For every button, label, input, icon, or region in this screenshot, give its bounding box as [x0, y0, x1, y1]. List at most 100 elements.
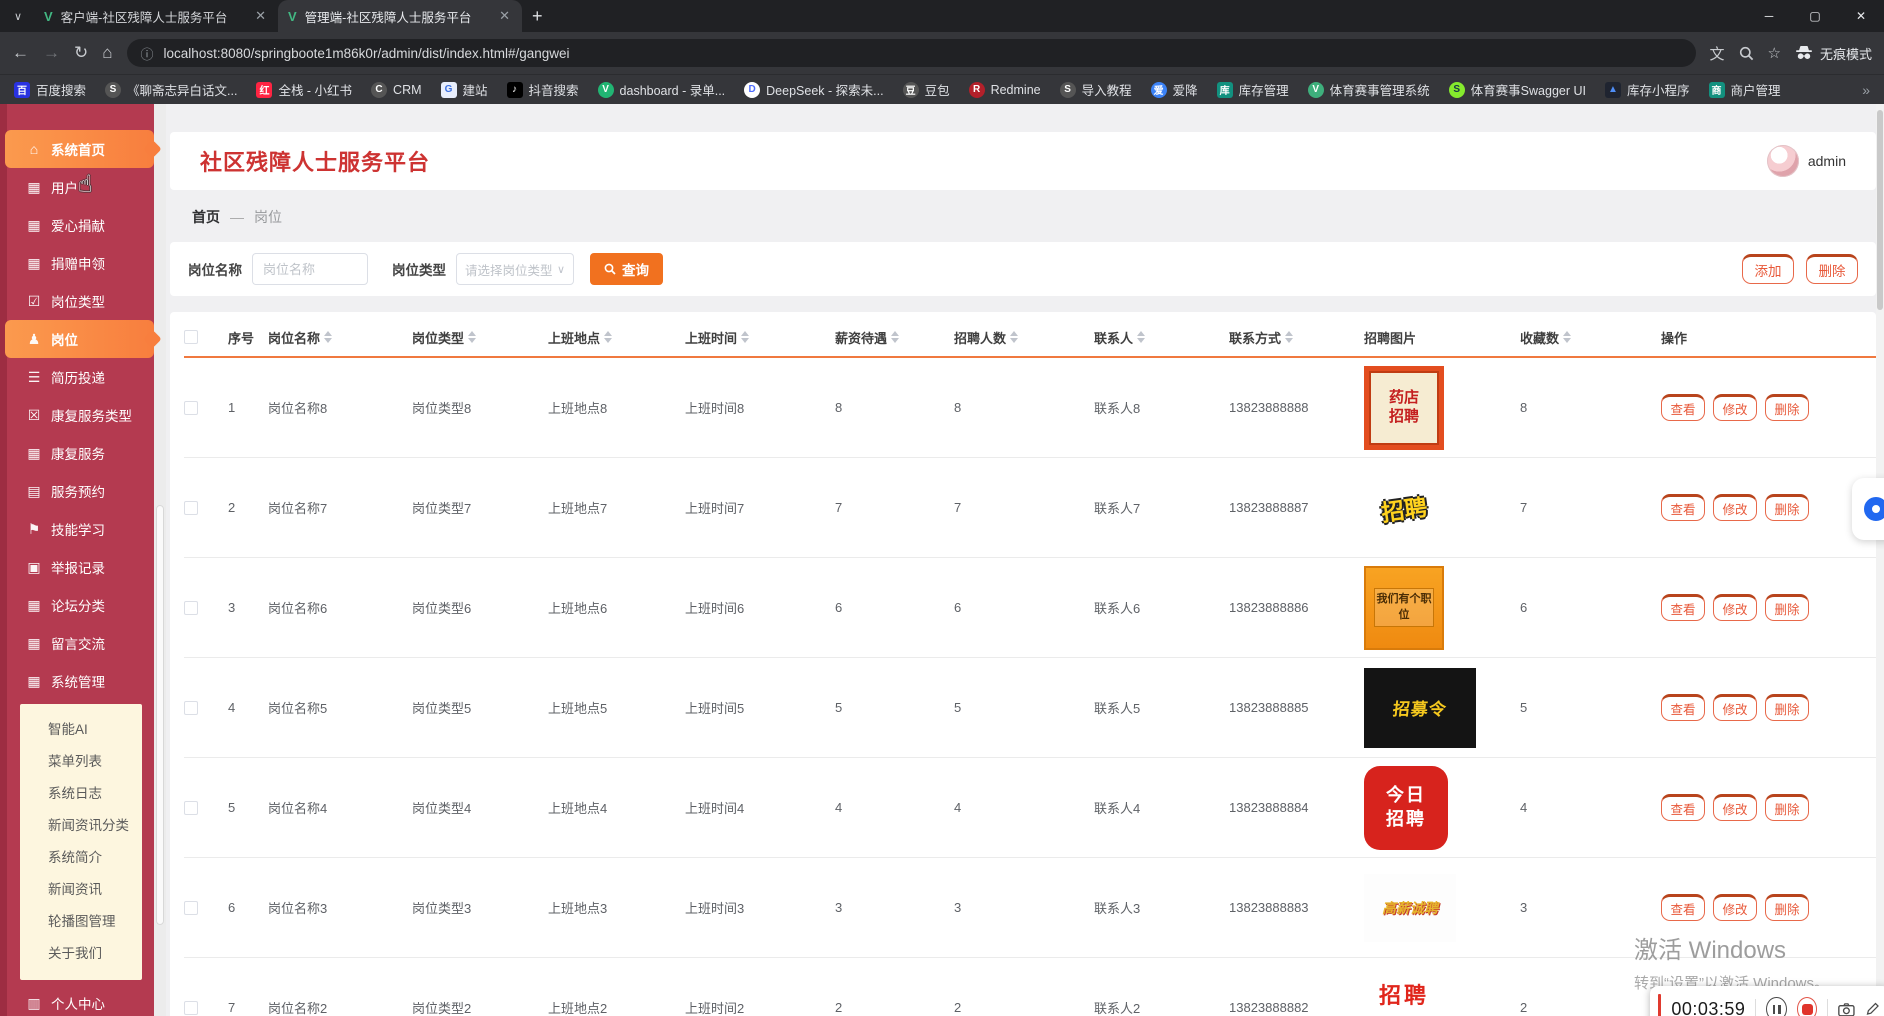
bookmark-item[interactable]: S 导入教程 — [1060, 80, 1132, 99]
recruit-poster-image[interactable]: 药店招聘 — [1364, 366, 1444, 450]
bookmark-item[interactable]: V dashboard - 录单... — [598, 80, 726, 99]
sidebar-item[interactable]: ☑ 岗位类型 — [0, 282, 154, 320]
reload-icon[interactable]: ↻ — [74, 43, 88, 63]
row-delete-button[interactable]: 删除 — [1765, 494, 1809, 521]
sidebar-scrollbar-thumb[interactable] — [156, 505, 164, 925]
sidebar-item[interactable]: ☰ 简历投递 — [0, 358, 154, 396]
bookmarks-overflow-icon[interactable]: » — [1862, 82, 1870, 98]
row-checkbox[interactable] — [184, 1001, 198, 1015]
close-button[interactable]: ✕ — [1838, 0, 1884, 32]
bookmark-item[interactable]: S 《聊斋志异白话文... — [105, 80, 237, 99]
sidebar-item[interactable]: ▣ 举报记录 — [0, 548, 154, 586]
sort-caret-icon[interactable] — [324, 331, 332, 343]
search-button[interactable]: 查询 — [590, 253, 663, 285]
browser-tab[interactable]: V 客户端-社区残障人士服务平台 ✕ — [34, 0, 278, 32]
table-header-cell[interactable]: 联系方式 — [1229, 328, 1364, 347]
sort-caret-icon[interactable] — [1137, 331, 1145, 343]
bookmark-item[interactable]: S 体育赛事Swagger UI — [1449, 80, 1586, 99]
minimize-button[interactable]: ─ — [1746, 0, 1792, 32]
name-filter-input[interactable] — [252, 253, 368, 285]
type-filter-select[interactable]: 请选择岗位类型 ∨ — [456, 253, 574, 285]
recruit-poster-image[interactable]: 今日招聘 — [1364, 766, 1448, 850]
table-header-cell[interactable]: 操作 — [1661, 328, 1876, 347]
row-delete-button[interactable]: 删除 — [1765, 894, 1809, 921]
sort-caret-icon[interactable] — [1285, 331, 1293, 343]
table-header-cell[interactable]: 招聘图片 — [1364, 328, 1520, 347]
submenu-item[interactable]: 关于我们 — [20, 938, 142, 970]
recruit-poster-image[interactable]: 我们有个职位 — [1364, 566, 1444, 650]
floating-helper-button[interactable] — [1852, 478, 1884, 540]
bookmark-item[interactable]: ♪ 抖音搜索 — [507, 80, 579, 99]
recruit-poster-image[interactable]: 招聘 — [1364, 462, 1444, 554]
submenu-item[interactable]: 轮播图管理 — [20, 906, 142, 938]
bookmark-item[interactable]: 豆 豆包 — [903, 80, 950, 99]
table-header-cell[interactable]: 招聘人数 — [954, 328, 1094, 347]
sort-caret-icon[interactable] — [1010, 331, 1018, 343]
row-checkbox[interactable] — [184, 801, 198, 815]
bookmark-item[interactable]: 爱 爱降 — [1151, 80, 1198, 99]
sidebar-item-profile[interactable]: ▥ 个人中心 — [0, 984, 154, 1016]
sidebar-item[interactable]: ▦ 康复服务 — [0, 434, 154, 472]
bookmark-item[interactable]: R Redmine — [969, 82, 1041, 98]
avatar[interactable] — [1767, 145, 1799, 177]
page-scrollbar[interactable] — [1876, 104, 1884, 1016]
bookmark-item[interactable]: C CRM — [371, 82, 421, 98]
bookmark-star-icon[interactable]: ☆ — [1768, 44, 1781, 62]
edit-button[interactable]: 修改 — [1713, 894, 1757, 921]
address-bar[interactable]: ⓘ localhost:8080/springboote1m86k0r/admi… — [127, 39, 1696, 67]
home-icon[interactable]: ⌂ — [102, 43, 112, 63]
bookmark-item[interactable]: 库 库存管理 — [1217, 80, 1289, 99]
view-button[interactable]: 查看 — [1661, 694, 1705, 721]
table-header-cell[interactable]: 联系人 — [1094, 328, 1229, 347]
sidebar-item[interactable]: ▦ 论坛分类 — [0, 586, 154, 624]
tab-search-chevron-icon[interactable]: ∨ — [6, 4, 30, 28]
row-checkbox[interactable] — [184, 501, 198, 515]
table-header-cell[interactable]: 薪资待遇 — [835, 328, 954, 347]
row-delete-button[interactable]: 删除 — [1765, 694, 1809, 721]
select-all-checkbox[interactable] — [184, 330, 198, 344]
bookmark-item[interactable]: G 建站 — [441, 80, 488, 99]
sidebar-item[interactable]: ♟ 岗位 — [5, 320, 154, 358]
view-button[interactable]: 查看 — [1661, 394, 1705, 421]
page-scrollbar-thumb[interactable] — [1877, 110, 1883, 310]
submenu-item[interactable]: 新闻资讯 — [20, 874, 142, 906]
table-header-cell[interactable]: 岗位类型 — [412, 328, 548, 347]
bookmark-item[interactable]: ▲ 库存小程序 — [1605, 80, 1690, 99]
add-button[interactable]: 添加 — [1742, 254, 1794, 284]
submenu-item[interactable]: 系统简介 — [20, 842, 142, 874]
table-header-cell[interactable]: 岗位名称 — [268, 328, 412, 347]
view-button[interactable]: 查看 — [1661, 794, 1705, 821]
sidebar-item[interactable]: ▤ 服务预约 — [0, 472, 154, 510]
sort-caret-icon[interactable] — [891, 331, 899, 343]
pen-button[interactable] — [1865, 1000, 1880, 1016]
submenu-item[interactable]: 智能AI — [20, 714, 142, 746]
new-tab-button[interactable]: + — [532, 6, 543, 27]
edit-button[interactable]: 修改 — [1713, 394, 1757, 421]
row-checkbox[interactable] — [184, 701, 198, 715]
zoom-icon[interactable] — [1739, 46, 1754, 61]
tab-close-icon[interactable]: ✕ — [253, 8, 268, 24]
pause-button[interactable] — [1766, 997, 1786, 1016]
row-delete-button[interactable]: 删除 — [1765, 394, 1809, 421]
submenu-item[interactable]: 新闻资讯分类 — [20, 810, 142, 842]
site-info-icon[interactable]: ⓘ — [141, 44, 154, 63]
table-header-cell[interactable]: 收藏数 — [1520, 328, 1661, 347]
tab-close-icon[interactable]: ✕ — [497, 8, 512, 24]
user-box[interactable]: admin — [1767, 145, 1846, 177]
row-delete-button[interactable]: 删除 — [1765, 594, 1809, 621]
recruit-poster-image[interactable]: 高薪诚聘 — [1364, 874, 1456, 942]
forward-icon[interactable]: → — [43, 43, 60, 63]
sidebar-item[interactable]: ⚑ 技能学习 — [0, 510, 154, 548]
row-checkbox[interactable] — [184, 601, 198, 615]
sidebar-item[interactable]: ▦ 爱心捐献 — [0, 206, 154, 244]
bookmark-item[interactable]: 百 百度搜索 — [14, 80, 86, 99]
view-button[interactable]: 查看 — [1661, 494, 1705, 521]
sort-caret-icon[interactable] — [1563, 331, 1571, 343]
row-checkbox[interactable] — [184, 901, 198, 915]
edit-button[interactable]: 修改 — [1713, 694, 1757, 721]
sort-caret-icon[interactable] — [604, 331, 612, 343]
delete-button[interactable]: 删除 — [1806, 254, 1858, 284]
translate-icon[interactable]: 文 — [1710, 43, 1725, 64]
bookmark-item[interactable]: V 体育赛事管理系统 — [1308, 80, 1430, 99]
view-button[interactable]: 查看 — [1661, 894, 1705, 921]
